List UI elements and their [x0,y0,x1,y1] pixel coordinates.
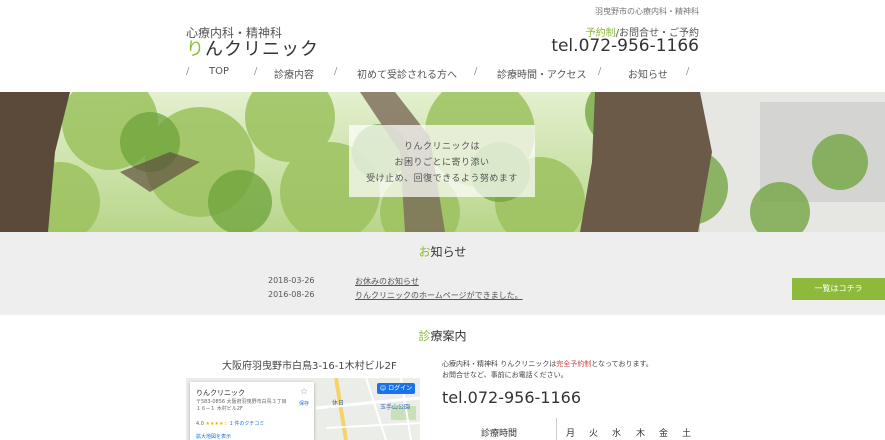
news-link[interactable]: りんクリニックのホームページができました。 [355,290,523,301]
reservation-only-label: 完全予約制 [556,360,592,368]
day-fri: 金 [659,429,669,439]
map-larger-link[interactable]: 拡大地図を表示 [196,433,231,440]
map-rating: 4.0 ★★★★☆ 1 件のクチコミ [196,420,264,427]
day-wed: 水 [612,429,622,439]
star-rating-icon: ★★★★☆ [205,421,228,427]
star-icon[interactable]: ☆ [300,387,308,397]
map-label: 休日 [332,400,345,407]
map-save-button[interactable]: 保存 [299,400,309,407]
news-list-button[interactable]: 一覧はコチラ [792,278,885,300]
map-rating-value: 4.0 [196,421,204,427]
news-date: 2016-08-26 [268,290,315,299]
nav-item-hours-access[interactable]: 診療時間・アクセス [497,66,587,81]
map-login-label: ログイン [388,385,413,392]
clinic-phone[interactable]: tel.072-956-1166 [442,388,581,407]
news-date: 2018-03-26 [268,276,315,285]
map-info-card: りんクリニック 〒583-0856 大阪府羽曳野市白鳥３丁目１６−１ 木村ビル2… [190,382,314,440]
hero-line-2: お困りごとに寄り添い [394,158,490,168]
map-reviews-link[interactable]: 1 件のクチコミ [230,421,265,427]
day-sat: 土 [682,429,692,439]
header-phone[interactable]: tel.072-956-1166 [551,36,699,56]
logo-text: んクリニック [205,39,319,60]
nav-separator: / [686,66,690,77]
nav-separator: / [186,66,190,77]
hours-divider [556,418,557,440]
nav-item-first-visit[interactable]: 初めて受診される方へ [357,66,457,81]
clinic-contact-note: お問合せなど、事前にお電話ください。 [442,371,568,379]
nav-separator: / [334,66,338,77]
day-tue: 火 [589,429,599,439]
nav-item-news[interactable]: お知らせ [628,66,668,81]
nav-separator: / [254,66,258,77]
nav-separator: / [474,66,478,77]
map-label: 玉手山公園 [380,404,411,411]
clinic-description-end: となっております。 [591,360,653,368]
clinic-heading: 診療案内 [0,327,885,344]
nav-separator: / [598,66,602,77]
day-thu: 木 [636,429,646,439]
map-login-button[interactable]: ☺ ログイン [377,383,415,394]
map-place-name: りんクリニック [196,389,245,397]
google-map[interactable]: 休日 玉手山公園 ☺ ログイン りんクリニック 〒583-0856 大阪府羽曳野… [186,378,420,440]
hero-line-3: 受け止め、回復できるよう努めます [366,174,518,184]
clinic-description-start: 心療内科・精神科 りんクリニックは [442,360,557,368]
nav-item-top[interactable]: TOP [209,66,229,77]
clinic-heading-accent: 診 [418,329,431,343]
nav-item-services[interactable]: 診療内容 [274,66,314,81]
hero-message-box: りんクリニックは お困りごとに寄り添い 受け止め、回復できるよう努めます [349,125,535,197]
news-heading: お知らせ [0,243,885,260]
hero-line-1: りんクリニックは [403,142,480,152]
day-mon: 月 [566,429,576,439]
clinic-address: 大阪府羽曳野市白鳥3-16-1木村ビル2F [222,361,397,372]
news-link[interactable]: お休みのお知らせ [355,276,419,287]
user-icon: ☺ [379,385,387,392]
news-heading-text: 知らせ [430,245,467,259]
news-heading-accent: お [418,245,431,259]
header-tagline: 羽曳野市の心療内科・精神科 [595,7,699,16]
hours-header: 診療時間 [481,429,518,439]
logo-accent: り [186,39,205,60]
clinic-heading-text: 療案内 [430,329,467,343]
logo[interactable]: りんクリニック [186,35,319,61]
clinic-description: 心療内科・精神科 りんクリニックは完全予約制となっております。 [442,359,653,369]
map-place-address: 〒583-0856 大阪府羽曳野市白鳥３丁目１６−１ 木村ビル2F [196,399,287,412]
main-nav: / TOP / 診療内容 / 初めて受診される方へ / 診療時間・アクセス / … [186,66,698,81]
